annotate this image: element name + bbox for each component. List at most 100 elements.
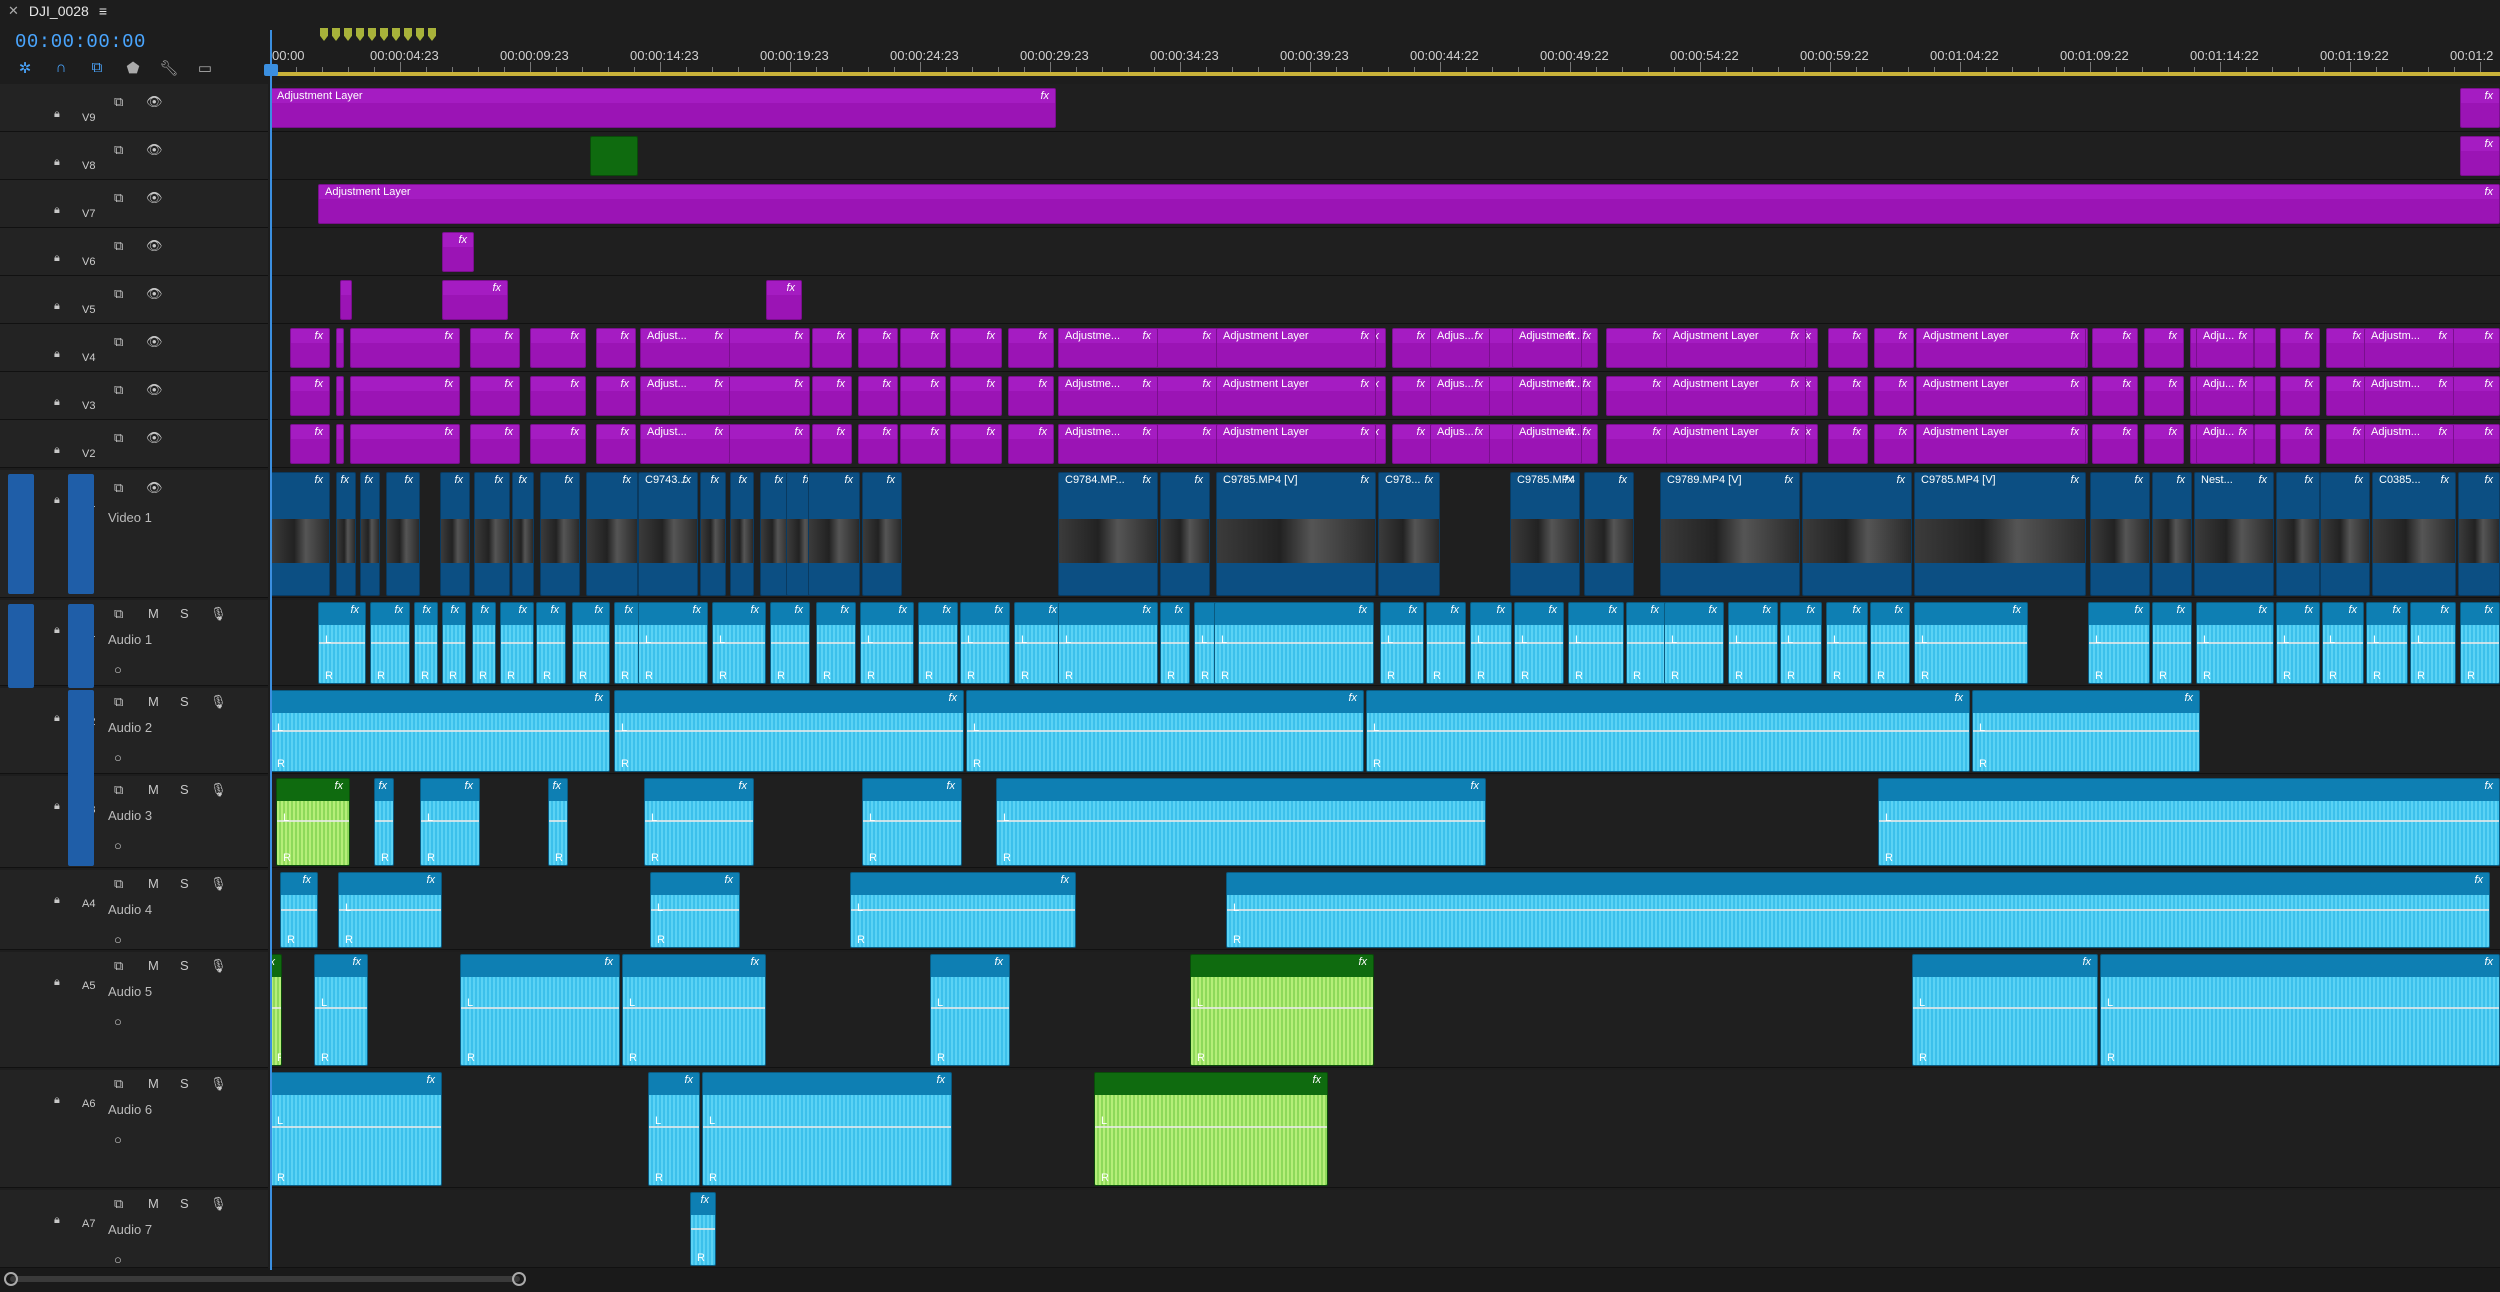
horizontal-scrollbar[interactable] — [0, 1268, 2500, 1292]
sync-lock-icon[interactable]: ⧉ — [114, 782, 123, 798]
snap-icon[interactable]: ✲ — [15, 59, 35, 77]
sync-lock-icon[interactable]: ⧉ — [114, 190, 123, 206]
audio-clip[interactable]: fx R L — [460, 954, 620, 1066]
volume-rubber-band[interactable] — [1191, 1007, 1373, 1009]
nested-clip[interactable] — [590, 136, 638, 176]
microphone-icon[interactable]: 🎙︎ — [210, 782, 227, 798]
audio-clip[interactable]: fx R L — [2196, 602, 2274, 684]
video-clip[interactable]: C9785.MP4 [V] fx — [1914, 472, 2086, 596]
volume-rubber-band[interactable] — [997, 820, 1485, 822]
microphone-icon[interactable]: 🎙︎ — [210, 876, 227, 892]
adjustment-layer-clip[interactable]: fx — [350, 424, 460, 464]
playhead-line[interactable] — [270, 30, 272, 1270]
adjustment-layer-clip[interactable]: fx — [1874, 328, 1914, 368]
marker-add-icon[interactable]: ⧉ — [87, 59, 107, 77]
volume-rubber-band[interactable] — [1215, 642, 1373, 644]
audio-clip[interactable]: fx R L — [1728, 602, 1778, 684]
audio-clip[interactable]: fx R — [572, 602, 610, 684]
adjustment-layer-clip[interactable]: Adjustment... fx — [1512, 376, 1582, 416]
video-clip[interactable]: C0385... fx — [2372, 472, 2456, 596]
microphone-icon[interactable]: 🎙︎ — [210, 958, 227, 974]
adjustment-layer-clip[interactable]: fx — [766, 280, 802, 320]
time-ruler[interactable]: 00:00 00:00:04:23 00:00:09:23 00:00:14:23 00… — [270, 28, 2500, 78]
audio-clip[interactable]: fx R — [614, 602, 640, 684]
audio-clip[interactable]: fx R — [816, 602, 856, 684]
menu-icon[interactable]: ≡ — [99, 3, 107, 19]
audio-clip[interactable]: fx R L — [2276, 602, 2320, 684]
track-id-label[interactable]: V7 — [82, 208, 95, 220]
audio-clip[interactable]: fx R L — [1664, 602, 1724, 684]
sync-lock-icon[interactable]: ⧉ — [114, 1196, 123, 1212]
work-area-bar[interactable] — [270, 72, 2500, 76]
audio-clip[interactable]: fx R L — [960, 602, 1010, 684]
volume-rubber-band[interactable] — [623, 1007, 765, 1009]
microphone-icon[interactable]: 🎙︎ — [210, 1196, 227, 1212]
volume-rubber-band[interactable] — [339, 909, 441, 911]
adjustment-layer-clip[interactable]: fx — [1008, 328, 1054, 368]
track-id-label[interactable]: A7 — [82, 1218, 95, 1230]
adjustment-layer-clip[interactable]: fx — [2144, 424, 2184, 464]
adjustment-layer-clip[interactable]: fx — [2280, 328, 2320, 368]
marker-icon[interactable]: ⬟ — [123, 59, 143, 77]
volume-knob-icon[interactable]: ○ — [114, 1132, 122, 1147]
target-a1[interactable] — [68, 604, 94, 688]
video-clip[interactable]: fx — [2090, 472, 2150, 596]
audio-clip[interactable]: fx R — [2460, 602, 2500, 684]
volume-rubber-band[interactable] — [919, 642, 957, 644]
adjustment-layer-clip[interactable]: fx — [1874, 376, 1914, 416]
audio-clip[interactable]: fx R L — [702, 1072, 952, 1186]
adjustment-layer-clip[interactable]: fx — [812, 424, 852, 464]
playhead-timecode[interactable]: 00:00:00:00 — [15, 31, 146, 53]
playhead-handle[interactable] — [264, 64, 278, 76]
volume-knob-icon[interactable]: ○ — [114, 662, 122, 677]
adjustment-layer-clip[interactable]: Adjust... fx — [640, 376, 730, 416]
adjustment-layer-clip[interactable]: fx — [2326, 376, 2368, 416]
audio-clip[interactable]: fx R L — [1058, 602, 1158, 684]
audio-clip[interactable]: fx R L — [1568, 602, 1624, 684]
volume-rubber-band[interactable] — [1427, 642, 1465, 644]
adjustment-layer-clip[interactable]: fx — [530, 424, 586, 464]
audio-clip[interactable]: fx R L — [420, 778, 480, 866]
solo-button[interactable]: S — [180, 782, 189, 797]
adjustment-layer-clip[interactable]: fx — [1874, 424, 1914, 464]
adjustment-layer-clip[interactable]: fx — [596, 328, 636, 368]
eye-icon[interactable]: 👁︎ — [146, 286, 163, 302]
track-lane-a6[interactable] — [270, 1070, 2500, 1188]
close-icon[interactable]: ✕ — [8, 3, 19, 19]
volume-knob-icon[interactable]: ○ — [114, 932, 122, 947]
adjustment-layer-clip[interactable]: fx — [2326, 328, 2368, 368]
source-patch-v1[interactable] — [8, 474, 34, 594]
audio-clip[interactable]: fx R L — [644, 778, 754, 866]
track-id-label[interactable]: A4 — [82, 898, 95, 910]
mute-button[interactable]: M — [148, 694, 159, 709]
adjustment-layer-clip[interactable]: fx — [596, 424, 636, 464]
volume-rubber-band[interactable] — [549, 820, 567, 822]
video-clip[interactable]: fx — [730, 472, 754, 596]
adjustment-layer-clip[interactable]: fx — [442, 280, 508, 320]
mute-button[interactable]: M — [148, 1076, 159, 1091]
volume-rubber-band[interactable] — [1095, 1126, 1327, 1128]
volume-rubber-band[interactable] — [537, 642, 565, 644]
video-clip[interactable]: fx — [586, 472, 638, 596]
eye-icon[interactable]: 👁︎ — [146, 238, 163, 254]
track-id-label[interactable]: V9 — [82, 112, 95, 124]
volume-rubber-band[interactable] — [703, 1126, 951, 1128]
volume-rubber-band[interactable] — [281, 909, 317, 911]
adjustment-layer-clip[interactable]: fx — [1008, 376, 1054, 416]
mute-button[interactable]: M — [148, 1196, 159, 1211]
audio-clip[interactable]: fx R L — [1214, 602, 1374, 684]
audio-clip[interactable]: fx R L — [1190, 954, 1374, 1066]
audio-clip[interactable]: fx R L — [996, 778, 1486, 866]
adjustment-layer-clip[interactable]: fx — [2092, 376, 2138, 416]
video-clip[interactable]: fx — [474, 472, 510, 596]
volume-rubber-band[interactable] — [2153, 642, 2191, 644]
audio-clip[interactable]: fx R L — [1380, 602, 1424, 684]
audio-clip[interactable]: fx R L — [1094, 1072, 1328, 1186]
adjustment-layer-clip[interactable]: fx — [900, 376, 946, 416]
adjustment-layer-clip[interactable]: fx — [2460, 136, 2500, 176]
scroll-thumb[interactable] — [10, 1276, 520, 1282]
sync-lock-icon[interactable]: ⧉ — [114, 286, 123, 302]
adjustment-layer-clip[interactable]: Adjus... fx — [1430, 424, 1490, 464]
adjustment-layer-clip[interactable]: fx — [2280, 376, 2320, 416]
adjustment-layer-clip[interactable]: fx — [470, 328, 520, 368]
